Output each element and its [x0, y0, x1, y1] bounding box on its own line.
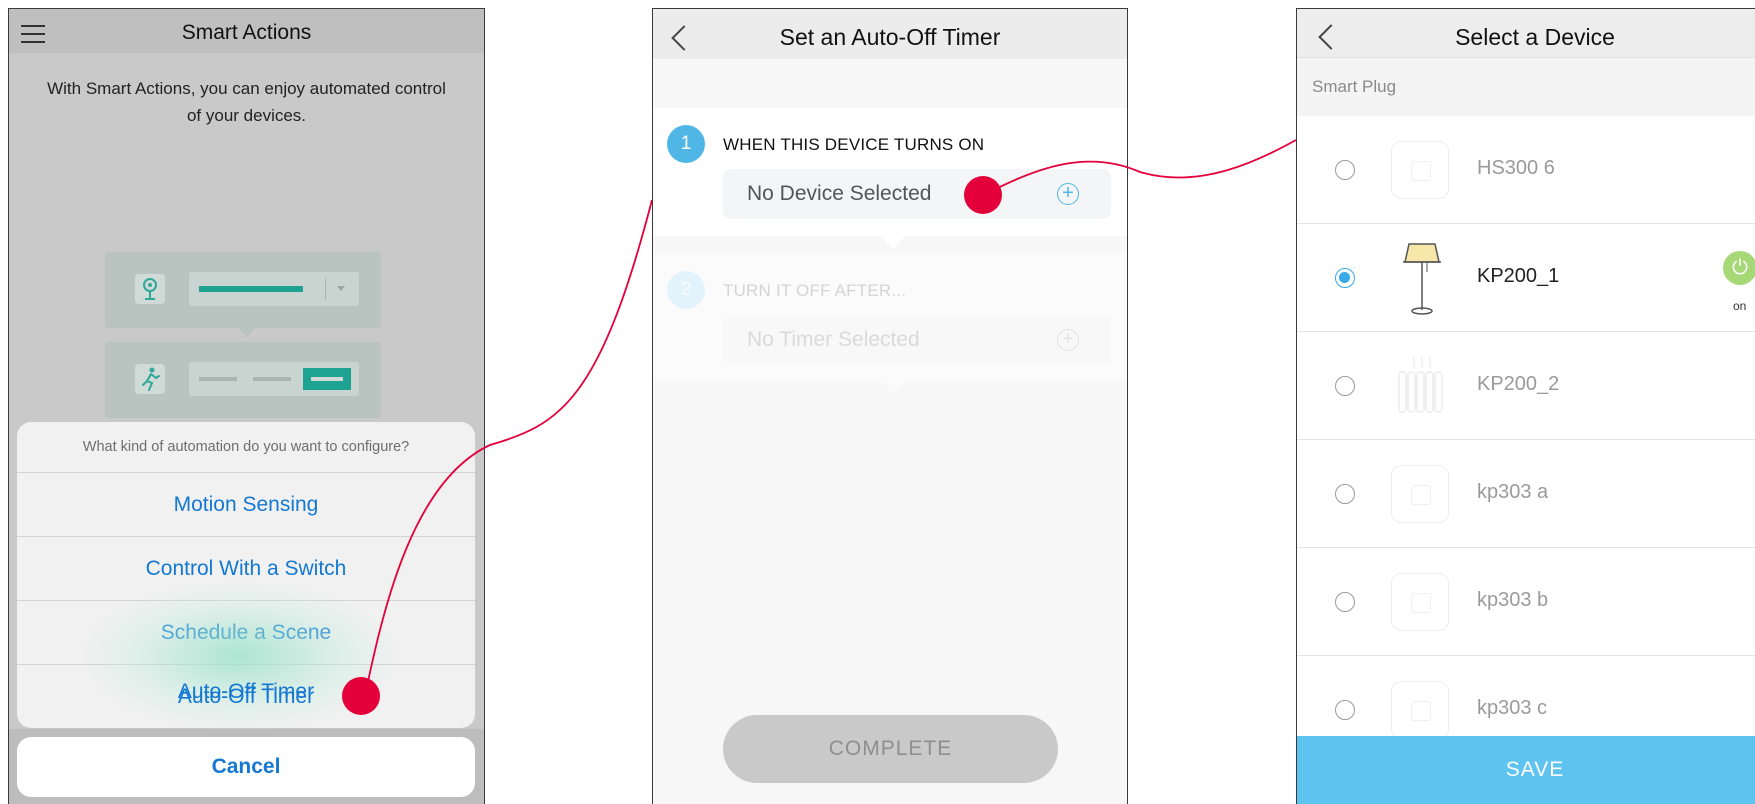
auto-off-timer-screen: Set an Auto-Off Timer 1 WHEN THIS DEVICE… [652, 8, 1128, 804]
step1-number: 1 [667, 125, 705, 163]
option-motion-sensing[interactable]: Motion Sensing [17, 473, 475, 537]
step2-label: TURN IT OFF AFTER... [723, 281, 907, 300]
step-connector [881, 381, 905, 394]
motion-person-icon [135, 364, 165, 394]
device-status: on [1733, 299, 1747, 313]
device-name: kp303 c [1477, 697, 1548, 719]
sheet-question: What kind of automation do you want to c… [17, 422, 475, 473]
page-title: Select a Device [1455, 24, 1615, 50]
illustration-field [189, 272, 359, 306]
radio-button[interactable] [1335, 484, 1355, 504]
device-name: HS300 6 [1477, 157, 1555, 179]
illustration-field [189, 362, 359, 396]
category-label: Smart Plug [1312, 77, 1397, 96]
option-auto-off-timer-label: Auto-Off Timer [177, 685, 315, 708]
step2-number: 2 [667, 271, 705, 309]
smart-actions-screen: Smart Actions With Smart Actions, you ca… [8, 8, 485, 804]
select-device-screen: Select a Device Smart Plug HS300 6 KP200… [1296, 8, 1755, 804]
heater-icon [1391, 354, 1451, 418]
device-name: kp303 b [1477, 589, 1549, 611]
plug-icon [1391, 465, 1449, 523]
save-button[interactable]: SAVE [1297, 736, 1755, 804]
plug-icon [1391, 141, 1449, 199]
radio-button[interactable] [1335, 160, 1355, 180]
device-selector[interactable]: No Device Selected + [723, 169, 1111, 219]
step1-label: WHEN THIS DEVICE TURNS ON [723, 135, 985, 154]
plus-icon[interactable]: + [1057, 183, 1079, 205]
illustration-card-camera [105, 252, 381, 328]
lamp-icon [1397, 240, 1447, 316]
camera-icon [135, 274, 165, 304]
radio-button[interactable] [1335, 700, 1355, 720]
illustration-connector [239, 328, 255, 337]
illustration-card-motion [105, 342, 381, 418]
complete-button[interactable]: COMPLETE [723, 715, 1058, 783]
device-name: KP200_1 [1477, 265, 1560, 287]
plug-icon [1391, 681, 1449, 739]
page-title: Smart Actions [181, 21, 312, 44]
chevron-down-icon [337, 286, 345, 291]
page-title: Set an Auto-Off Timer [779, 24, 1001, 50]
device-row[interactable]: kp303 b [1297, 548, 1755, 656]
device-name: kp303 a [1477, 481, 1549, 503]
timer-selector[interactable]: No Timer Selected + [723, 315, 1111, 365]
power-icon[interactable]: ⏻ [1723, 251, 1755, 285]
device-name: KP200_2 [1477, 373, 1560, 395]
save-label: SAVE [1505, 758, 1565, 781]
device-row[interactable]: KP200_1 ⏻ on [1297, 224, 1755, 332]
cancel-button[interactable]: Cancel [17, 737, 475, 797]
radio-button[interactable] [1335, 376, 1355, 396]
timer-selector-value: No Timer Selected [747, 328, 920, 351]
plug-icon [1391, 573, 1449, 631]
step-connector [881, 236, 905, 249]
page-description: With Smart Actions, you can enjoy automa… [47, 79, 446, 125]
device-row[interactable]: HS300 6 [1297, 116, 1755, 224]
device-selector-value: No Device Selected [747, 182, 932, 205]
plus-icon: + [1057, 329, 1079, 351]
device-row[interactable]: KP200_2 [1297, 332, 1755, 440]
device-row[interactable]: kp303 a [1297, 440, 1755, 548]
radio-button[interactable] [1335, 592, 1355, 612]
radio-button-selected[interactable] [1335, 268, 1355, 288]
category-header: Smart Plug [1297, 58, 1755, 116]
